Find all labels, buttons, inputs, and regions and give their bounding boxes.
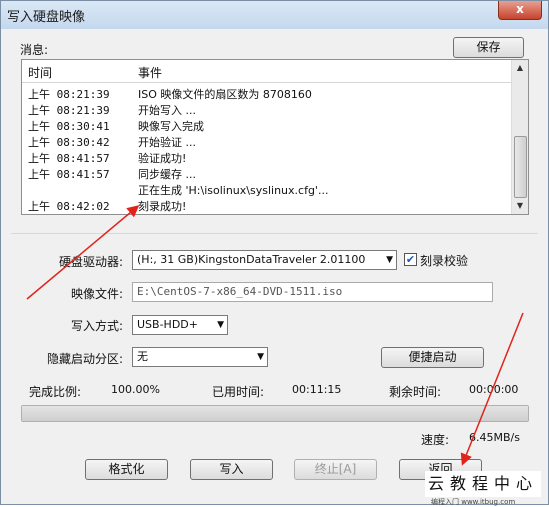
annotation-arrows (26, 205, 524, 466)
arrow-to-success-icon (26, 205, 140, 300)
write-disk-image-window: 写入硬盘映像 x 消息: 保存 时间 事件 上午 08:21:39 ISO 映像文… (0, 0, 549, 506)
arrow-to-back-icon (460, 312, 524, 466)
